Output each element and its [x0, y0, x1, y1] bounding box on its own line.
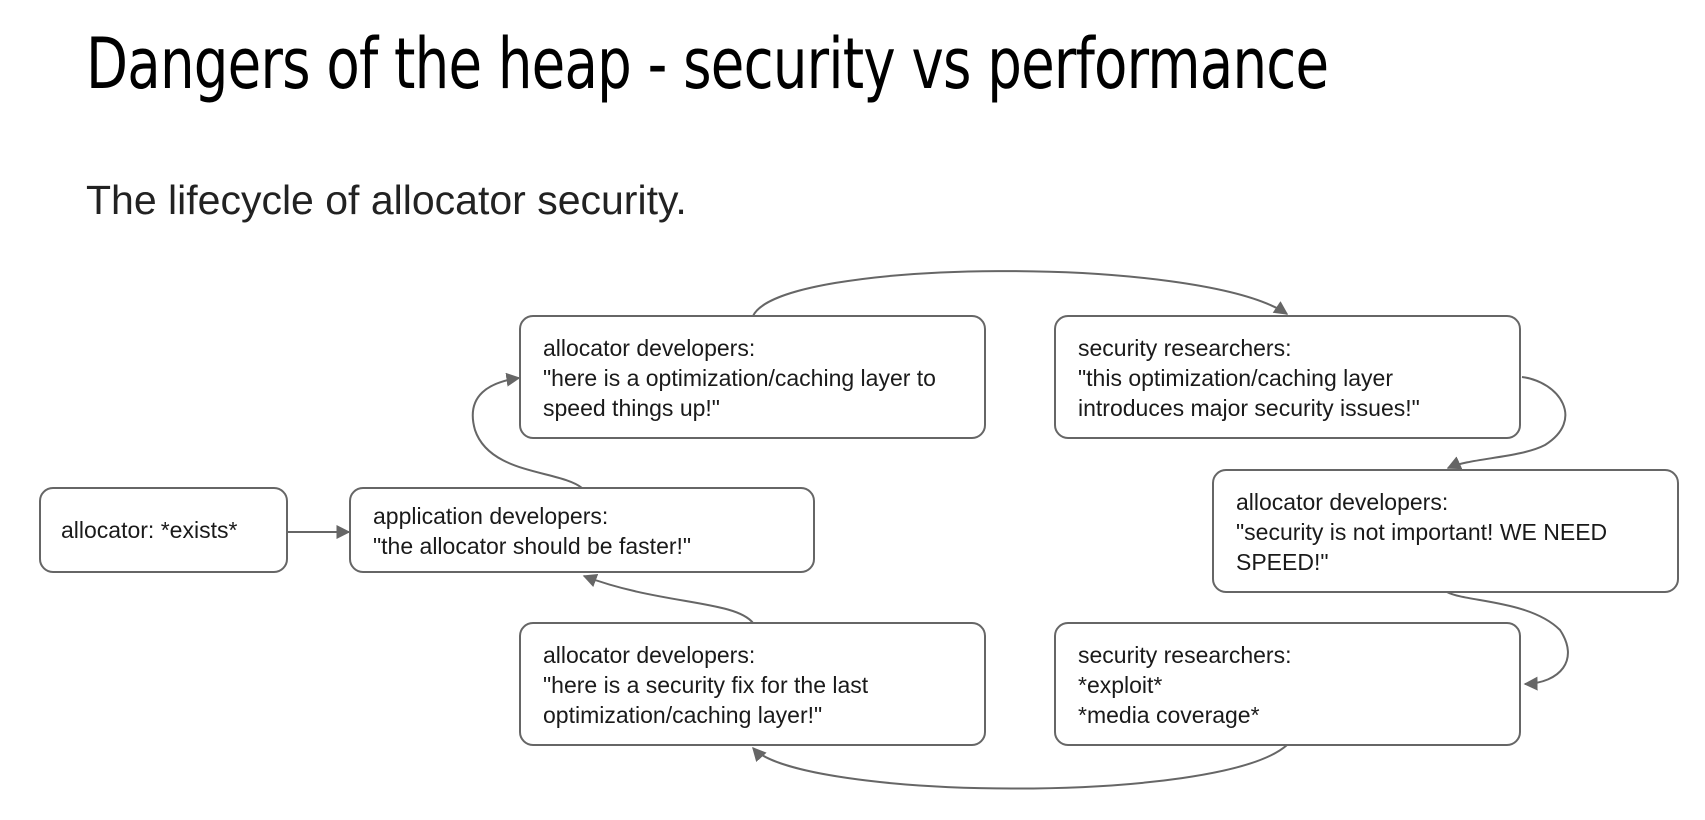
arrow-fix-to-application [582, 573, 754, 624]
node-line: "security is not important! WE NEED [1236, 519, 1608, 545]
lifecycle-diagram: allocator: *exists* application develope… [0, 0, 1705, 820]
node-application-developers: application developers: "the allocator s… [349, 487, 815, 573]
node-allocator-exists: allocator: *exists* [39, 487, 288, 573]
arrow-optimization-to-issues [752, 270, 1289, 317]
node-line: *media coverage* [1078, 702, 1260, 728]
node-line: introduces major security issues!" [1078, 395, 1420, 421]
arrow-exploit-to-fix [752, 744, 1288, 790]
node-line: security researchers: [1078, 335, 1292, 361]
node-line: "here is a security fix for the last [543, 672, 869, 698]
node-line: allocator developers: [1236, 489, 1449, 515]
node-line: optimization/caching layer!" [543, 702, 823, 728]
node-allocator-developers-speed: allocator developers: "security is not i… [1212, 469, 1679, 593]
node-line: SPEED!" [1236, 549, 1329, 575]
node-allocator-developers-optimization: allocator developers: "here is a optimiz… [519, 315, 986, 439]
node-line: "this optimization/caching layer [1078, 365, 1393, 391]
node-line: allocator developers: [543, 642, 756, 668]
node-line: speed things up!" [543, 395, 720, 421]
node-line: allocator developers: [543, 335, 756, 361]
node-security-researchers-issues: security researchers: "this optimization… [1054, 315, 1521, 439]
node-line: application developers: [373, 503, 609, 529]
node-line: "here is a optimization/caching layer to [543, 365, 936, 391]
node-line: allocator: *exists* [61, 517, 238, 543]
node-line: *exploit* [1078, 672, 1163, 698]
node-line: "the allocator should be faster!" [373, 533, 692, 559]
node-line: security researchers: [1078, 642, 1292, 668]
node-security-researchers-exploit: security researchers: *exploit* *media c… [1054, 622, 1521, 746]
node-allocator-developers-fix: allocator developers: "here is a securit… [519, 622, 986, 746]
